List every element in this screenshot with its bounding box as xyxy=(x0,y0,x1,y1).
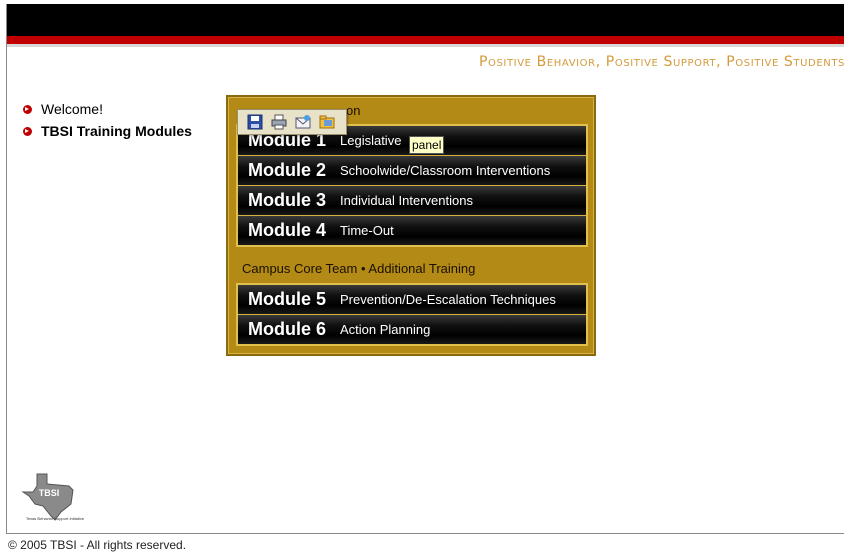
header-red-stripe xyxy=(7,36,844,44)
svg-text:Texas Behavior Support Initiat: Texas Behavior Support Initiative xyxy=(26,516,85,521)
module-title: Time-Out xyxy=(340,223,394,238)
nav-item-training-modules[interactable]: TBSI Training Modules xyxy=(23,120,192,142)
arrow-bullet-icon xyxy=(23,104,32,114)
module-number: Module 3 xyxy=(248,190,327,210)
module-2-link[interactable]: Module 2 Schoolwide/Classroom Interventi… xyxy=(238,156,586,186)
svg-text:TBSI: TBSI xyxy=(39,488,60,498)
module-6-link[interactable]: Module 6 Action Planning xyxy=(238,315,586,344)
texas-map-icon: TBSI Texas Behavior Support Initiative xyxy=(21,473,85,521)
nav-item-label: TBSI Training Modules xyxy=(41,123,192,139)
nav-item-label: Welcome! xyxy=(41,101,103,117)
module-5-link[interactable]: Module 5 Prevention/De-Escalation Techni… xyxy=(238,285,586,315)
module-number: Module 2 xyxy=(248,160,327,180)
tagline: Positive Behavior, Positive Support, Pos… xyxy=(478,54,844,70)
module-number: Module 4 xyxy=(248,220,327,240)
email-icon[interactable] xyxy=(294,113,312,131)
module-title: Legislative xyxy=(340,133,402,148)
copyright-footer: © 2005 TBSI - All rights reserved. xyxy=(8,538,187,552)
folder-icon[interactable] xyxy=(318,113,336,131)
tooltip: panel xyxy=(409,136,445,154)
header-grey-stripe xyxy=(7,44,844,47)
module-title: Schoolwide/Classroom Interventions xyxy=(340,163,551,178)
nav-item-welcome[interactable]: Welcome! xyxy=(23,98,192,120)
arrow-bullet-icon xyxy=(23,126,32,136)
page-frame: Positive Behavior, Positive Support, Pos… xyxy=(6,4,844,534)
module-title: Action Planning xyxy=(340,322,431,337)
module-title: Prevention/De-Escalation Techniques xyxy=(340,292,556,307)
header-bar xyxy=(7,4,844,36)
module-group-2: Module 5 Prevention/De-Escalation Techni… xyxy=(236,283,588,346)
module-title: Individual Interventions xyxy=(340,193,473,208)
image-toolbar xyxy=(237,109,347,135)
save-icon[interactable] xyxy=(246,113,264,131)
tbsi-logo: TBSI Texas Behavior Support Initiative xyxy=(17,472,97,522)
print-icon[interactable] xyxy=(270,113,288,131)
module-4-link[interactable]: Module 4 Time-Out xyxy=(238,216,586,245)
side-nav: Welcome! TBSI Training Modules xyxy=(23,98,192,142)
section-title-core: on xyxy=(346,103,361,118)
module-number: Module 5 xyxy=(248,289,327,309)
section-title-additional: Campus Core Team • Additional Training xyxy=(242,261,476,276)
module-number: Module 6 xyxy=(248,319,327,339)
module-3-link[interactable]: Module 3 Individual Interventions xyxy=(238,186,586,216)
